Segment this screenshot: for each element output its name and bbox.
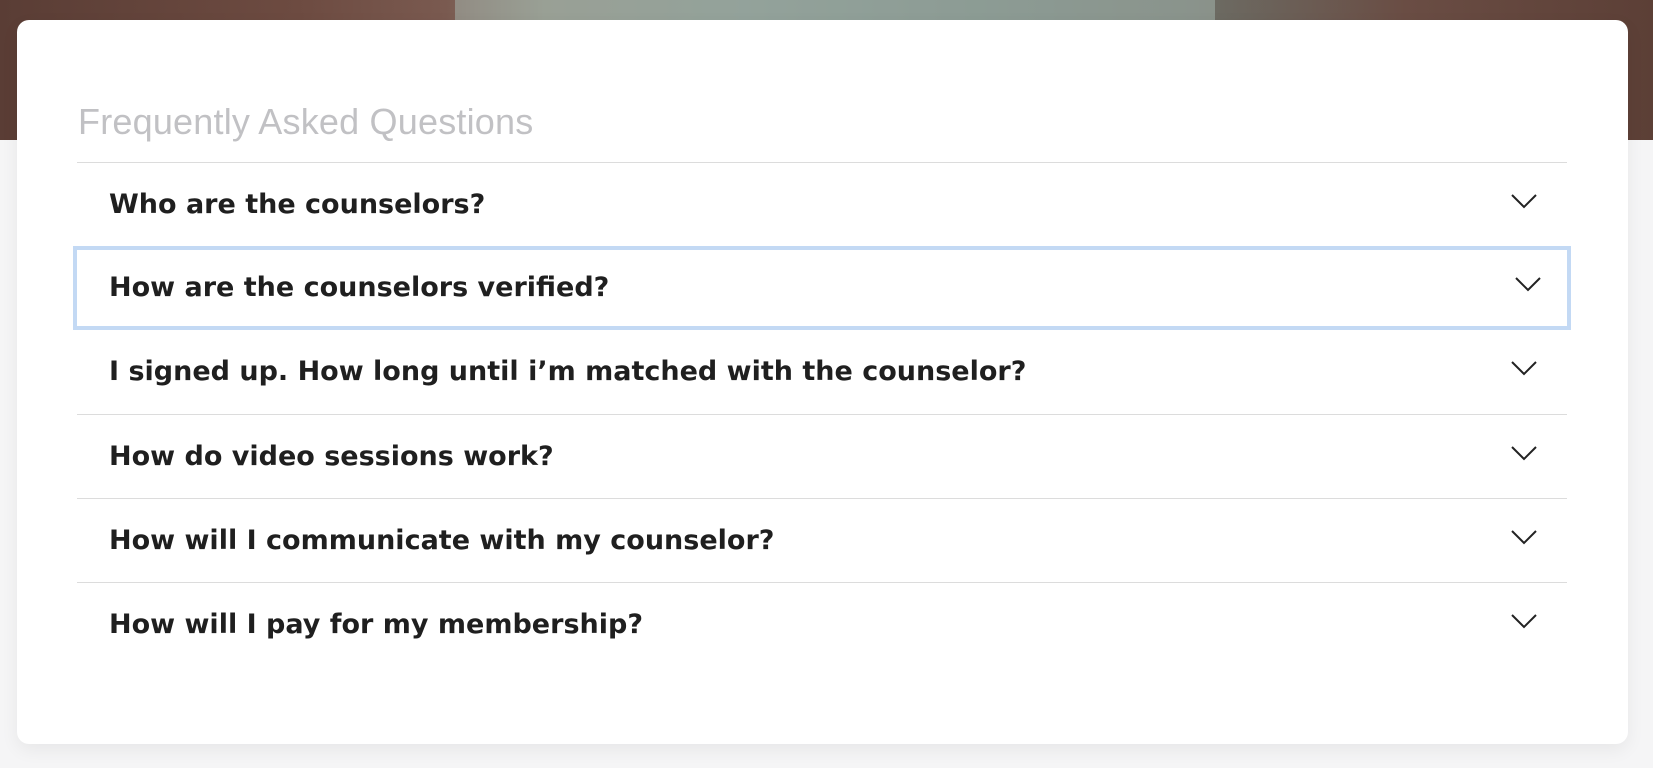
faq-question: How are the counselors verified? (109, 272, 610, 303)
faq-item[interactable]: How will I pay for my membership? (77, 582, 1567, 666)
faq-question: How will I communicate with my counselor… (109, 525, 775, 556)
hero-image-detail (455, 0, 1215, 20)
faq-question: I signed up. How long until i’m matched … (109, 356, 1027, 387)
chevron-down-icon[interactable] (1511, 445, 1537, 461)
chevron-down-icon[interactable] (1511, 529, 1537, 545)
faq-question: How do video sessions work? (109, 441, 554, 472)
faq-item[interactable]: Who are the counselors? (77, 162, 1567, 246)
chevron-down-icon[interactable] (1515, 276, 1541, 292)
faq-question: Who are the counselors? (109, 189, 486, 220)
chevron-down-icon[interactable] (1511, 360, 1537, 376)
faq-card: Frequently Asked Questions Who are the c… (17, 20, 1628, 744)
faq-item[interactable]: How will I communicate with my counselor… (77, 498, 1567, 582)
faq-item[interactable]: How are the counselors verified? (73, 246, 1571, 330)
faq-item[interactable]: How do video sessions work? (77, 414, 1567, 498)
faq-item[interactable]: I signed up. How long until i’m matched … (77, 330, 1567, 414)
chevron-down-icon[interactable] (1511, 193, 1537, 209)
faq-accordion: Who are the counselors? How are the coun… (73, 162, 1571, 666)
chevron-down-icon[interactable] (1511, 613, 1537, 629)
faq-title: Frequently Asked Questions (78, 101, 534, 142)
faq-question: How will I pay for my membership? (109, 609, 643, 640)
